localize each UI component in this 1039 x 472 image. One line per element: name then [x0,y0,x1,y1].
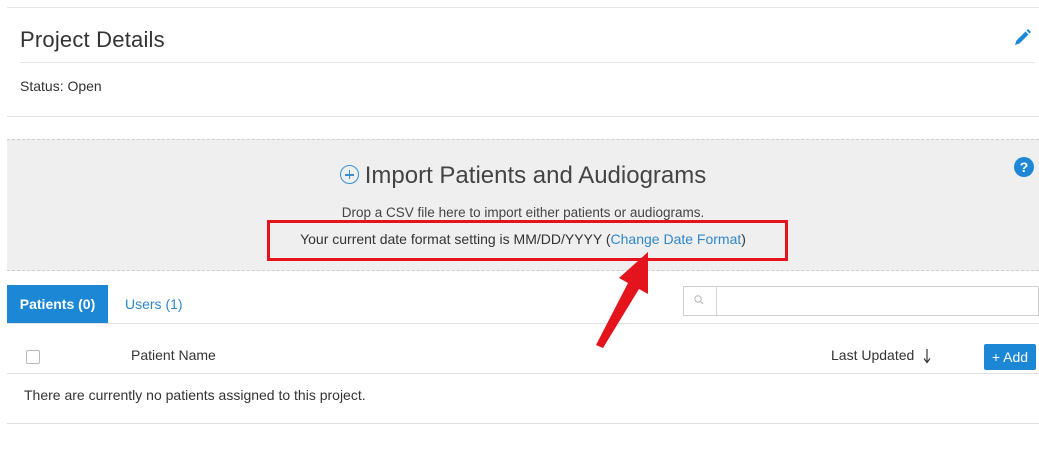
drop-instructions: Drop a CSV file here to import either pa… [341,205,705,220]
plus-circle-icon [339,165,359,184]
tab-patients[interactable]: Patients (0) [7,285,108,323]
search-box [683,286,1039,316]
column-last-updated[interactable]: Last Updated [831,347,914,363]
header-divider [7,373,1039,374]
section-divider [7,116,1039,117]
top-divider [7,7,1039,8]
import-title[interactable]: Import Patients and Audiograms [7,162,1039,190]
tab-divider [7,323,1039,324]
edit-pencil-icon[interactable] [1012,28,1032,48]
search-input[interactable] [717,287,1039,315]
add-patient-button[interactable]: + Add [984,344,1036,370]
search-icon [684,287,717,315]
project-status: Status: Open [20,78,102,94]
highlight-box [267,220,788,261]
column-patient-name[interactable]: Patient Name [131,347,216,363]
page-title: Project Details [20,27,165,52]
title-divider [20,62,1035,63]
empty-table-message: There are currently no patients assigned… [24,387,366,403]
import-title-label: Import Patients and Audiograms [364,162,707,189]
tab-users[interactable]: Users (1) [125,296,183,312]
table-bottom-divider [7,423,1039,424]
sort-down-icon[interactable] [922,348,932,364]
help-icon[interactable]: ? [1014,157,1034,177]
select-all-checkbox[interactable] [26,350,40,364]
